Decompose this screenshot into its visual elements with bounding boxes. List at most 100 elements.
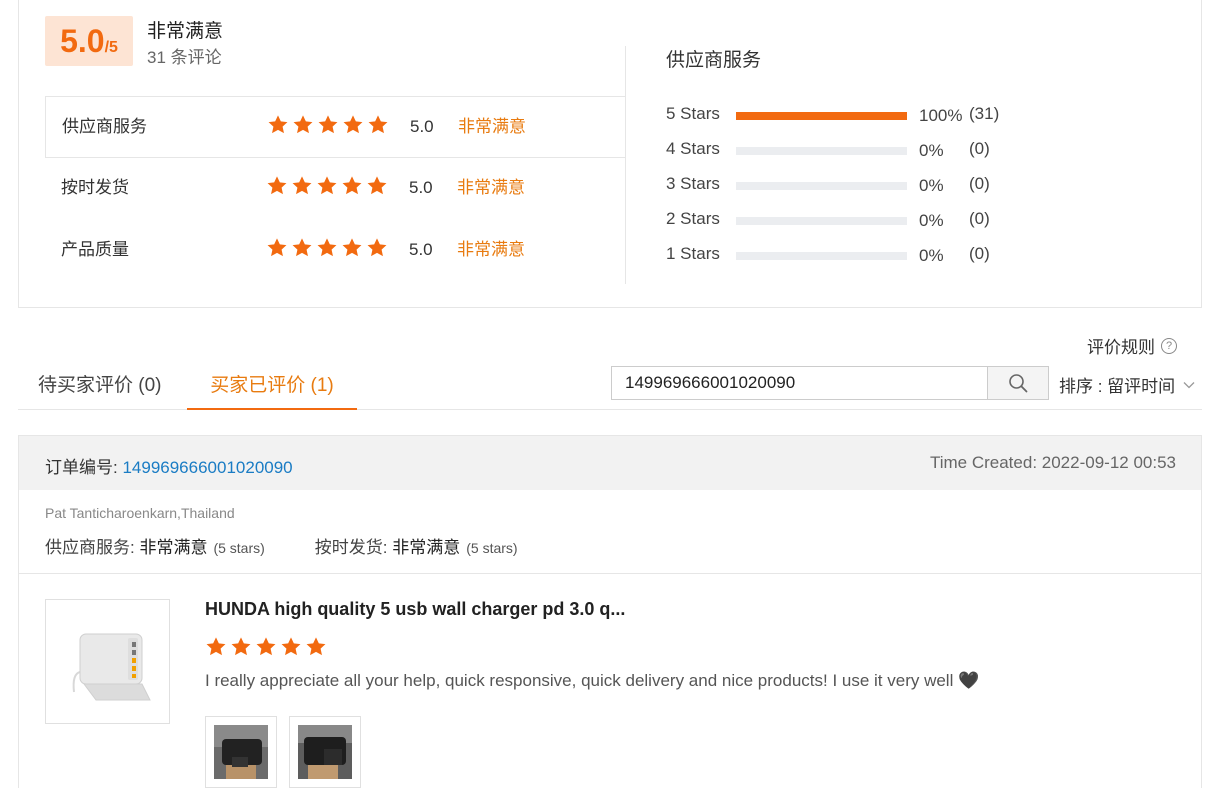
buyer-rating-label: 供应商服务: [45, 538, 140, 557]
star-icon [343, 115, 363, 134]
review-count: 31 条评论 [147, 48, 222, 67]
rating-label: 供应商服务 [62, 117, 147, 136]
star-icon [281, 637, 301, 656]
review-photo[interactable] [205, 716, 277, 788]
distribution-bar-track [736, 182, 907, 190]
distribution-label: 4 Stars [666, 139, 720, 158]
star-icon [318, 115, 338, 134]
star-icon [367, 176, 387, 195]
buyer-rating-value: 非常满意 [139, 538, 208, 557]
tab-buyer-reviewed[interactable]: 买家已评价 (1) [187, 370, 357, 397]
distribution-bar-fill [736, 112, 907, 120]
rating-label: 产品质量 [61, 240, 129, 259]
distribution-bar-track [736, 217, 907, 225]
distribution-row-3: 3 Stars 0% (0) [666, 174, 1026, 209]
overall-score: 5.0 [60, 23, 105, 59]
order-number-link[interactable]: 149969666001020090 [122, 458, 292, 477]
distribution-bar-track [736, 147, 907, 155]
star-icon [231, 637, 251, 656]
review-photo[interactable] [289, 716, 361, 788]
buyer-rating-on-time-delivery: 按时发货: 非常满意 (5 stars) [315, 533, 518, 558]
distribution-percent: 100% [919, 106, 963, 125]
rating-text: 非常满意 [457, 240, 525, 259]
tab-pending-review[interactable]: 待买家评价 (0) [38, 370, 162, 397]
distribution-label: 1 Stars [666, 244, 720, 263]
distribution-title: 供应商服务 [666, 50, 762, 71]
distribution-percent: 0% [919, 141, 944, 160]
sort-label: 排序 : 留评时间 [1059, 377, 1176, 396]
search-icon [1009, 374, 1028, 393]
star-icon [317, 238, 337, 257]
rating-stars [266, 175, 388, 197]
order-separator [19, 573, 1201, 574]
order-search-input[interactable] [611, 366, 988, 400]
star-icon [206, 637, 226, 656]
vertical-divider [625, 46, 626, 284]
distribution-count: (0) [969, 174, 990, 193]
help-icon: ? [1161, 337, 1177, 354]
star-icon [256, 637, 276, 656]
order-number-label: 订单编号: [45, 458, 123, 477]
review-rules-label: 评价规则 [1087, 338, 1155, 357]
product-thumbnail[interactable] [45, 599, 170, 724]
star-icon [267, 238, 287, 257]
buyer-ratings: 供应商服务: 非常满意 (5 stars) 按时发货: 非常满意 (5 stars) [45, 533, 568, 558]
buyer-rating-stars: (5 stars) [466, 540, 518, 556]
distribution-count: (0) [969, 209, 990, 228]
buyer-name: Pat Tanticharoenkarn,Thailand [45, 505, 235, 521]
distribution-percent: 0% [919, 211, 944, 230]
review-text: I really appreciate all your help, quick… [205, 671, 980, 690]
star-icon [292, 238, 312, 257]
product-title-link[interactable]: HUNDA high quality 5 usb wall charger pd… [205, 599, 625, 620]
buyer-rating-value: 非常满意 [392, 538, 461, 557]
score-suffix: /5 [104, 39, 118, 56]
distribution-row-2: 2 Stars 0% (0) [666, 209, 1026, 244]
star-icon [342, 238, 362, 257]
product-rating-stars [205, 636, 327, 658]
rating-text: 非常满意 [457, 178, 525, 197]
rating-label: 按时发货 [61, 178, 129, 197]
photo-icon [214, 725, 268, 779]
order-review-card: 订单编号: 149969666001020090 Time Created: 2… [18, 435, 1202, 788]
active-tab-underline [187, 408, 357, 410]
rating-score: 5.0 [410, 117, 434, 136]
order-header: 订单编号: 149969666001020090 Time Created: 2… [19, 436, 1201, 490]
buyer-rating-label: 按时发货: [314, 538, 393, 557]
distribution-percent: 0% [919, 246, 944, 265]
distribution-label: 5 Stars [666, 104, 720, 123]
search-button[interactable] [987, 366, 1049, 400]
distribution-row-4: 4 Stars 0% (0) [666, 139, 1026, 174]
distribution-percent: 0% [919, 176, 944, 195]
rating-score: 5.0 [409, 240, 433, 259]
order-time-created: Time Created: 2022-09-12 00:53 [929, 453, 1176, 472]
distribution-count: (0) [969, 139, 990, 158]
rating-text: 非常满意 [458, 117, 526, 136]
rating-row-product-quality[interactable]: 产品质量 5.0 非常满意 [45, 220, 626, 282]
star-icon [292, 176, 312, 195]
buyer-rating-supplier-service: 供应商服务: 非常满意 (5 stars) [45, 533, 265, 558]
rating-stars [267, 114, 389, 136]
rating-table: 供应商服务 5.0 非常满意 按时发货 5.0 非常满意 产品质量 5.0 非常… [45, 96, 626, 282]
star-icon [306, 637, 326, 656]
rating-row-supplier-service[interactable]: 供应商服务 5.0 非常满意 [45, 96, 626, 158]
star-icon [317, 176, 337, 195]
distribution-bar-track [736, 252, 907, 260]
buyer-rating-stars: (5 stars) [213, 540, 265, 556]
order-number: 订单编号: 149969666001020090 [45, 453, 293, 478]
distribution-row-1: 1 Stars 0% (0) [666, 244, 1026, 279]
star-icon [267, 176, 287, 195]
rating-score: 5.0 [409, 178, 433, 197]
distribution-bar-track [736, 112, 907, 120]
distribution-count: (0) [969, 244, 990, 263]
star-icon [342, 176, 362, 195]
sort-dropdown[interactable]: 排序 : 留评时间 [1059, 372, 1195, 397]
rating-summary-card: 5.0/5 非常满意 31 条评论 供应商服务 5.0 非常满意 按时发货 5.… [18, 0, 1202, 308]
photo-icon [298, 725, 352, 779]
rating-row-on-time-delivery[interactable]: 按时发货 5.0 非常满意 [45, 158, 626, 220]
overall-label: 非常满意 [147, 21, 224, 42]
review-rules-link[interactable]: 评价规则 ? [1087, 333, 1177, 358]
score-badge: 5.0/5 [45, 16, 133, 66]
distribution-row-5: 5 Stars 100% (31) [666, 104, 1026, 139]
star-distribution: 5 Stars 100% (31) 4 Stars 0% (0) 3 Stars… [666, 104, 1026, 279]
charger-image-icon [72, 633, 151, 700]
